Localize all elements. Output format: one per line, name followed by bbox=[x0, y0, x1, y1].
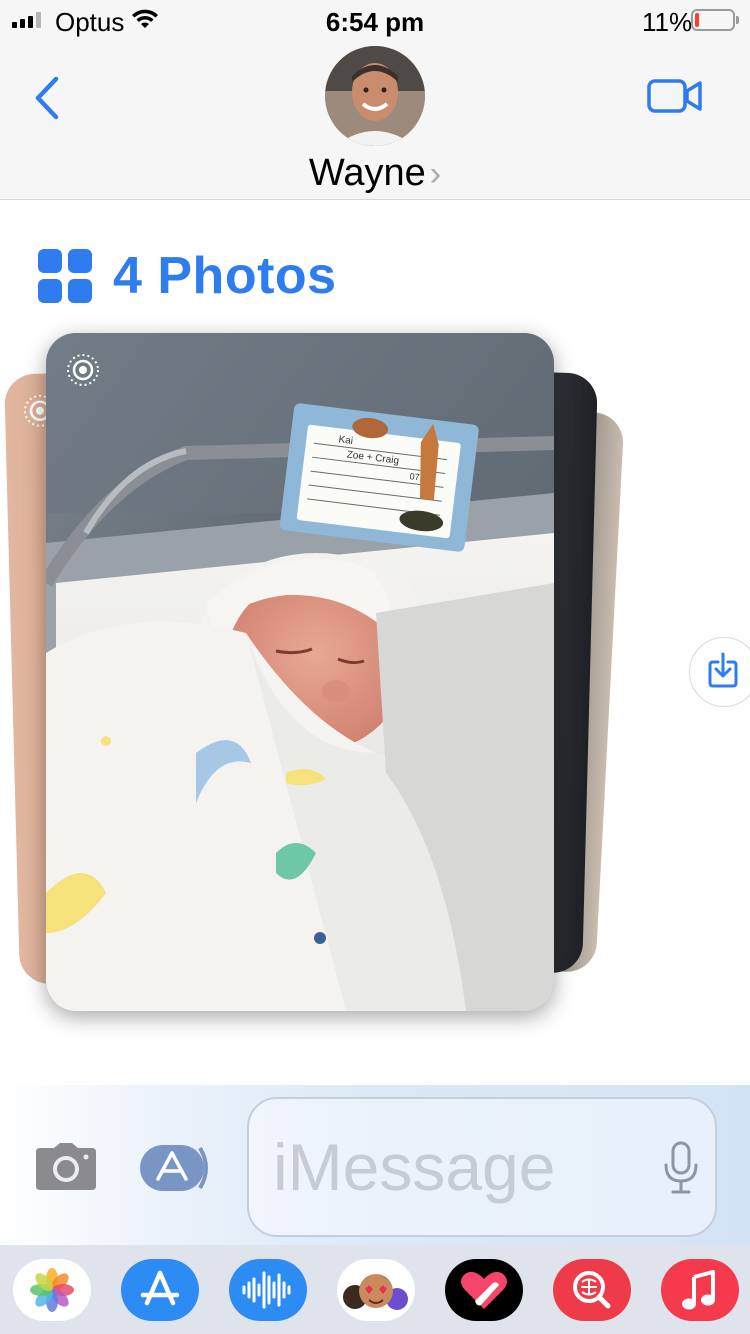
message-field[interactable] bbox=[247, 1097, 717, 1237]
live-photo-icon bbox=[67, 354, 99, 386]
photos-icon bbox=[13, 1259, 91, 1321]
newborn-photo: Kai Zoe + Craig 0717 bbox=[46, 333, 554, 1011]
audio-waveform-icon bbox=[242, 1271, 291, 1309]
battery-level-fill bbox=[695, 13, 699, 27]
camera-icon[interactable] bbox=[34, 1142, 98, 1192]
digital-touch-app[interactable] bbox=[445, 1259, 523, 1321]
save-photos-button[interactable] bbox=[689, 637, 750, 707]
image-search-icon bbox=[573, 1271, 611, 1309]
digital-touch-icon bbox=[461, 1271, 507, 1309]
microphone-icon[interactable] bbox=[661, 1141, 701, 1197]
contact-name-label: Wayne bbox=[308, 152, 426, 194]
app-store-app[interactable] bbox=[121, 1259, 199, 1321]
photo-card-main[interactable]: Kai Zoe + Craig 0717 bbox=[46, 333, 554, 1011]
music-icon bbox=[682, 1270, 715, 1310]
conversation-header: Wayne › bbox=[0, 40, 750, 200]
images-app[interactable] bbox=[553, 1259, 631, 1321]
battery-icon bbox=[691, 9, 739, 31]
apps-button[interactable] bbox=[138, 1143, 216, 1193]
app-store-icon bbox=[140, 1145, 208, 1191]
audio-app[interactable] bbox=[229, 1259, 307, 1321]
contact-avatar[interactable] bbox=[325, 46, 425, 146]
photo-grid-icon bbox=[38, 249, 92, 303]
app-store-icon bbox=[140, 1270, 180, 1306]
clock: 6:54 pm bbox=[325, 7, 425, 37]
save-to-photos-icon bbox=[708, 652, 738, 688]
photo-stack-header[interactable]: 4 Photos bbox=[38, 246, 337, 306]
compose-bar bbox=[0, 1085, 750, 1245]
memoji-icon bbox=[343, 1274, 408, 1310]
memoji-app[interactable] bbox=[337, 1259, 415, 1321]
photo-stack-title: 4 Photos bbox=[113, 247, 337, 305]
chevron-left-icon[interactable] bbox=[30, 73, 70, 123]
message-input[interactable] bbox=[273, 1117, 653, 1217]
battery-percentage: 11% bbox=[642, 7, 693, 37]
imessage-app-drawer bbox=[0, 1245, 750, 1334]
photos-app[interactable] bbox=[13, 1259, 91, 1321]
avatar-photo bbox=[325, 46, 425, 146]
disclosure-chevron-icon: › bbox=[429, 155, 442, 193]
name-card-text: Kai bbox=[338, 434, 354, 447]
status-bar: Optus 6:54 pm 11% bbox=[0, 0, 750, 40]
contact-name[interactable]: Wayne › bbox=[0, 152, 750, 195]
music-app[interactable] bbox=[661, 1259, 739, 1321]
video-camera-icon[interactable] bbox=[646, 76, 704, 116]
